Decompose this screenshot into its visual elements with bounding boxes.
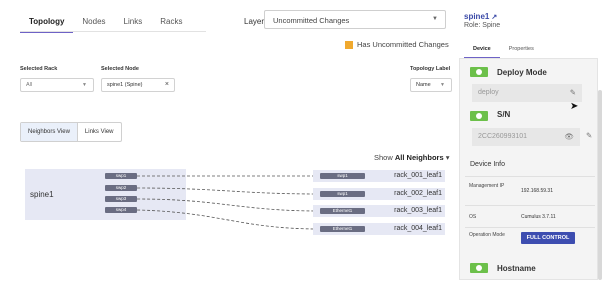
right-panel-scrollbar[interactable] [598,90,602,280]
edit-icon[interactable]: ✎ [586,131,592,140]
neighbor-port: swp1 [320,173,365,179]
device-tabs: Device Properties [464,43,543,59]
device-name: spine1 [464,12,490,21]
neighbor-row[interactable]: Ethernet1 rack_003_leaf1 [313,205,445,217]
device-role: Role: Spine [464,22,501,29]
sn-title: S/N [497,110,511,119]
sn-field: 2CC260993101 👁 [472,128,580,146]
info-key: Management IP [469,183,505,189]
info-key: Operation Mode [469,232,505,238]
sn-value: 2CC260993101 [478,133,528,140]
external-link-icon[interactable]: ↗ [491,14,497,21]
neighbor-name: rack_004_leaf1 [394,225,442,232]
check-icon [470,111,488,121]
check-icon [470,263,488,273]
device-title[interactable]: spine1 ↗ [464,12,497,21]
info-row: OS Cumulus 3.7.11 [465,205,595,227]
hostname-title: Hostname [497,264,536,273]
neighbor-row[interactable]: Ethernet1 rack_004_leaf1 [313,223,445,235]
neighbor-row[interactable]: swp1 rack_001_leaf1 [313,170,445,182]
deploy-mode-value: deploy [478,89,499,96]
eye-icon[interactable]: 👁 [564,132,574,141]
info-value: Cumulus 3.7.11 [521,214,556,220]
neighbor-name: rack_001_leaf1 [394,172,442,179]
check-icon [470,67,488,77]
neighbor-row[interactable]: swp1 rack_002_leaf1 [313,188,445,200]
mouse-cursor-icon: ➤ [570,101,579,112]
neighbor-port: Ethernet1 [320,226,365,232]
info-row: Management IP 192.168.59.31 [465,176,595,204]
neighbor-name: rack_003_leaf1 [394,207,442,214]
deploy-mode-field: deploy ✎ [472,84,582,102]
link-swp2-rack2 [136,187,321,195]
info-value: 192.168.59.31 [521,188,553,194]
deploy-mode-title: Deploy Mode [497,68,547,77]
neighbor-port: Ethernet1 [320,208,365,214]
operation-mode-button[interactable]: FULL CONTROL [521,232,575,244]
link-swp4-rack4 [136,209,321,230]
info-key: OS [469,214,477,220]
link-swp3-rack3 [136,198,321,212]
edit-icon[interactable]: ✎ [570,88,576,97]
device-info-title: Device Info [470,161,506,168]
neighbor-name: rack_002_leaf1 [394,190,442,197]
tab-properties[interactable]: Properties [500,43,543,59]
neighbor-port: swp1 [320,191,365,197]
tab-device[interactable]: Device [464,43,500,59]
